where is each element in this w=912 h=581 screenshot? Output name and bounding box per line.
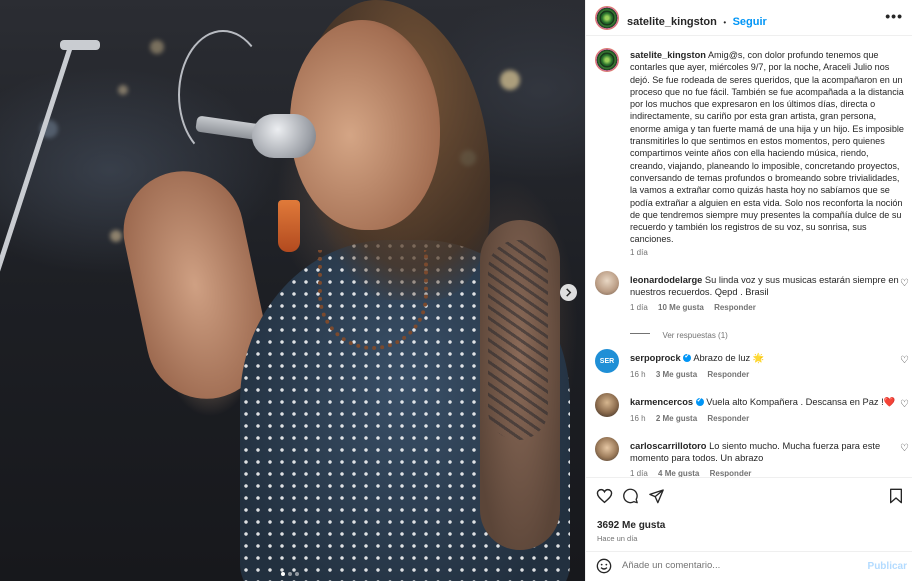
reply-button[interactable]: Responder — [707, 370, 749, 379]
comment-like-heart-icon[interactable]: ♡ — [900, 278, 909, 289]
chevron-right-icon — [566, 288, 572, 297]
post-photo[interactable] — [0, 0, 585, 581]
comment-meta: 16 h 2 Me gusta Responder — [630, 414, 749, 423]
comment-username[interactable]: leonardodelarge — [630, 275, 702, 285]
comment-text: Vuela alto Kompañera . Descansa en Paz !… — [706, 397, 896, 407]
author-username[interactable]: satelite_kingston — [627, 16, 717, 28]
post-date: Hace un día — [597, 534, 638, 543]
comment-like-heart-icon[interactable]: ♡ — [900, 443, 909, 454]
comment-body: karmencercos Vuela alto Kompañera . Desc… — [630, 395, 900, 408]
comment-likes[interactable]: 4 Me gusta — [658, 469, 699, 477]
carousel-dot[interactable] — [281, 572, 285, 576]
mic-stand — [0, 40, 75, 575]
emoji-button[interactable] — [596, 558, 612, 579]
comment-username[interactable]: carloscarrillotoro — [630, 441, 706, 451]
bookmark-icon — [890, 488, 902, 504]
mic-clip — [60, 40, 100, 50]
add-comment-bar: Publicar — [586, 551, 912, 581]
comment-time: 16 h — [630, 414, 646, 423]
comment-username[interactable]: serpoprock — [630, 353, 681, 363]
separator-dot: • — [723, 18, 727, 27]
tattoo — [488, 240, 548, 440]
comment-avatar[interactable]: SER — [595, 349, 619, 373]
paper-plane-icon — [649, 489, 664, 504]
post-header: satelite_kingston • Seguir ••• — [586, 0, 912, 36]
view-replies-label: Ver respuestas (1) — [662, 331, 728, 340]
comment-avatar[interactable] — [595, 437, 619, 461]
comment-body: serpoprock Abrazo de luz 🌟 — [630, 351, 900, 364]
microphone-head — [252, 114, 316, 158]
smiley-icon — [596, 558, 612, 574]
likes-count[interactable]: 3692 Me gusta — [597, 520, 665, 531]
reply-button[interactable]: Responder — [710, 469, 752, 477]
comments-scroll-area[interactable]: satelite_kingston Amig@s, con dolor prof… — [586, 37, 912, 477]
carousel-dot[interactable] — [295, 572, 299, 576]
save-button[interactable] — [889, 488, 903, 509]
more-options-icon[interactable]: ••• — [885, 8, 903, 24]
follow-button[interactable]: Seguir — [733, 16, 767, 28]
comment-avatar[interactable] — [595, 393, 619, 417]
carousel-indicator — [281, 572, 299, 576]
carousel-dot[interactable] — [288, 572, 292, 576]
comment-time: 1 día — [630, 469, 648, 477]
comment-button[interactable] — [622, 488, 639, 509]
ser-logo-text: SER — [599, 357, 615, 365]
comment-body: carloscarrillotoro Lo siento mucho. Much… — [630, 440, 900, 465]
comment-text: Abrazo de luz 🌟 — [693, 353, 765, 363]
caption: satelite_kingston Amig@s, con dolor prof… — [630, 49, 906, 246]
share-button[interactable] — [648, 488, 665, 509]
caption-username[interactable]: satelite_kingston — [630, 50, 706, 60]
caption-time: 1 día — [630, 248, 648, 257]
caption-text: Amig@s, con dolor profundo tenemos que c… — [630, 50, 904, 245]
reply-button[interactable]: Responder — [707, 414, 749, 423]
author-avatar[interactable] — [595, 6, 619, 30]
reply-button[interactable]: Responder — [714, 303, 756, 312]
comment-body: leonardodelarge Su linda voz y sus music… — [630, 274, 900, 299]
bokeh-light — [110, 230, 122, 242]
comment-username[interactable]: karmencercos — [630, 397, 693, 407]
comment-like-heart-icon[interactable]: ♡ — [900, 399, 909, 410]
like-button[interactable] — [596, 488, 613, 509]
comment-meta: 1 día 10 Me gusta Responder — [630, 303, 756, 312]
verified-badge-icon — [695, 395, 704, 407]
view-replies-button[interactable]: Ver respuestas (1) — [630, 325, 728, 343]
replies-line — [630, 333, 650, 335]
carousel-next-button[interactable] — [560, 284, 577, 301]
comment-like-heart-icon[interactable]: ♡ — [900, 355, 909, 366]
bokeh-light — [118, 85, 128, 95]
comment-meta: 1 día 4 Me gusta Responder — [630, 469, 751, 477]
heart-icon — [596, 488, 613, 504]
comment-time: 1 día — [630, 303, 648, 312]
verified-badge-icon — [683, 351, 692, 363]
comment-likes[interactable]: 10 Me gusta — [658, 303, 704, 312]
post-side-panel: satelite_kingston • Seguir ••• satelite_… — [585, 0, 912, 581]
caption-avatar[interactable] — [595, 48, 619, 72]
comment-time: 16 h — [630, 370, 646, 379]
bokeh-light — [500, 70, 520, 90]
publish-button[interactable]: Publicar — [868, 561, 907, 572]
comment-meta: 16 h 3 Me gusta Responder — [630, 370, 749, 379]
tassel-earring — [278, 200, 300, 252]
comment-likes[interactable]: 3 Me gusta — [656, 370, 697, 379]
post-actions: 3692 Me gusta Hace un día — [586, 477, 912, 547]
comment-input[interactable] — [622, 560, 862, 571]
speech-bubble-icon — [623, 488, 638, 504]
comment-likes[interactable]: 2 Me gusta — [656, 414, 697, 423]
comment-avatar[interactable] — [595, 271, 619, 295]
bokeh-light — [150, 40, 164, 54]
